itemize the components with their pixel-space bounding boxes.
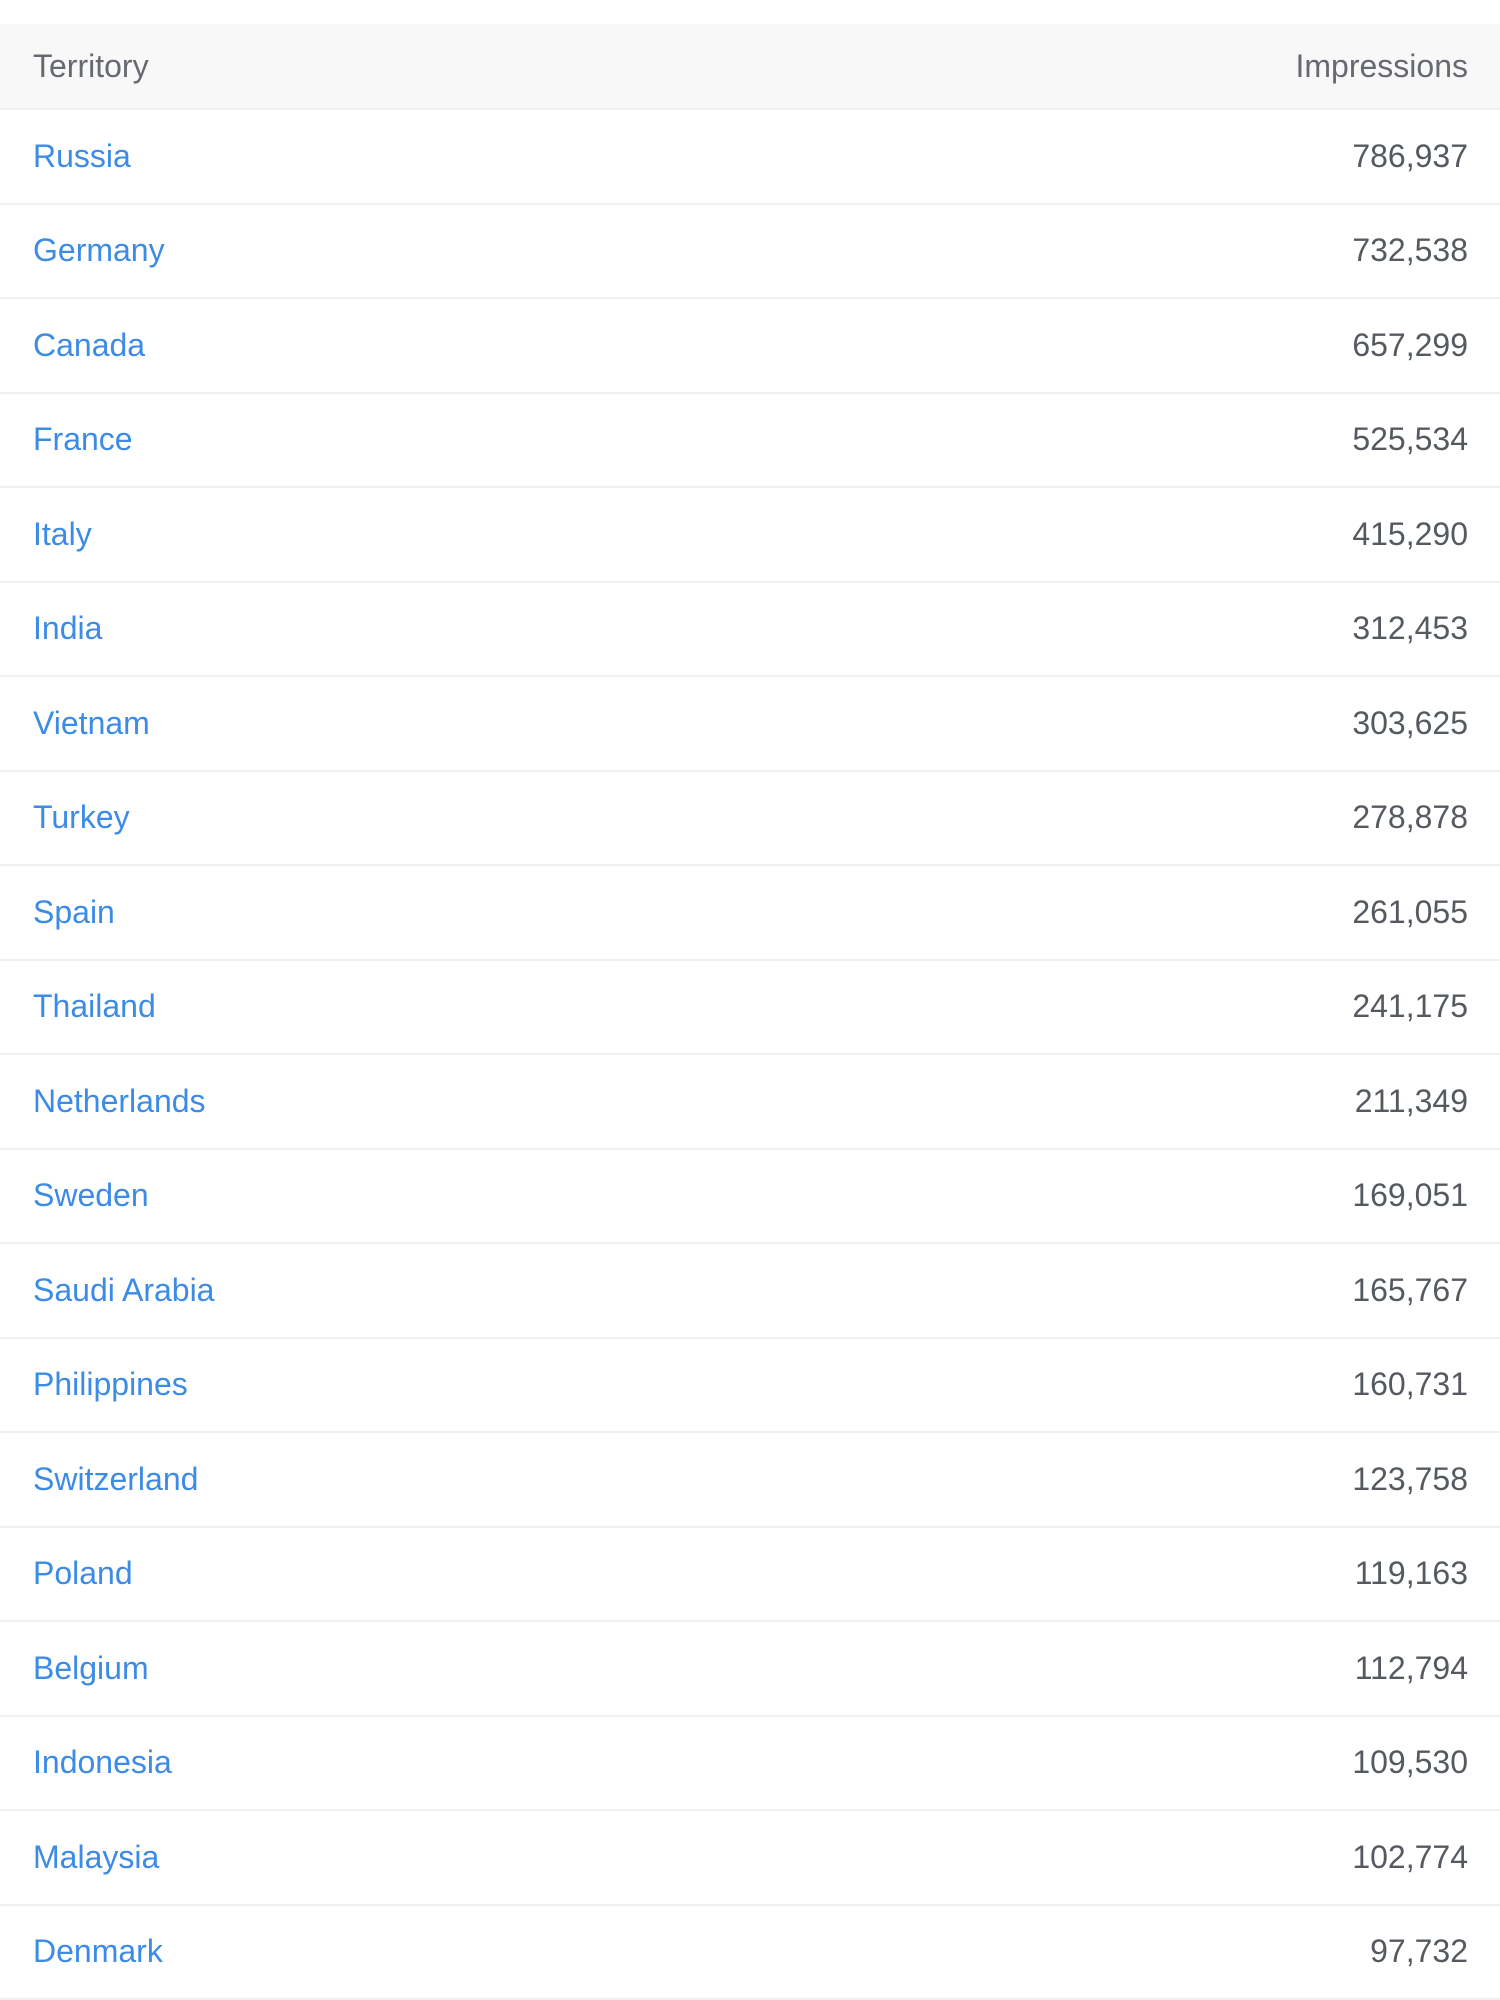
table-row: Spain 261,055 (0, 866, 1500, 961)
territory-link[interactable]: Thailand (33, 988, 156, 1025)
impressions-value: 123,758 (1352, 1461, 1468, 1498)
territory-link[interactable]: Sweden (33, 1177, 149, 1214)
territory-link[interactable]: Philippines (33, 1366, 188, 1403)
impressions-value: 261,055 (1352, 894, 1468, 931)
table-row: Philippines 160,731 (0, 1339, 1500, 1434)
territory-link[interactable]: Poland (33, 1555, 133, 1592)
impressions-value: 165,767 (1352, 1272, 1468, 1309)
column-header-territory[interactable]: Territory (33, 48, 149, 85)
impressions-value: 112,794 (1355, 1650, 1468, 1687)
table-row: Russia 786,937 (0, 110, 1500, 205)
territory-link[interactable]: Russia (33, 138, 131, 175)
territory-link[interactable]: Belgium (33, 1650, 149, 1687)
table-row: Belgium 112,794 (0, 1622, 1500, 1717)
territory-link[interactable]: Germany (33, 232, 165, 269)
impressions-value: 303,625 (1352, 705, 1468, 742)
table-row: Malaysia 102,774 (0, 1811, 1500, 1906)
impressions-value: 415,290 (1352, 516, 1468, 553)
impressions-value: 119,163 (1355, 1555, 1468, 1592)
territory-link[interactable]: Spain (33, 894, 115, 931)
table-row: Sweden 169,051 (0, 1150, 1500, 1245)
table-row: Poland 119,163 (0, 1528, 1500, 1623)
territory-link[interactable]: Italy (33, 516, 92, 553)
impressions-value: 160,731 (1352, 1366, 1468, 1403)
territory-link[interactable]: Switzerland (33, 1461, 198, 1498)
territory-link[interactable]: France (33, 421, 133, 458)
impressions-value: 657,299 (1352, 327, 1468, 364)
table-row: Canada 657,299 (0, 299, 1500, 394)
impressions-value: 211,349 (1355, 1083, 1468, 1120)
territory-link[interactable]: Denmark (33, 1933, 163, 1970)
impressions-value: 312,453 (1352, 610, 1468, 647)
column-header-impressions[interactable]: Impressions (1296, 48, 1469, 85)
impressions-value: 732,538 (1352, 232, 1468, 269)
table-row: Thailand 241,175 (0, 961, 1500, 1056)
territory-link[interactable]: Canada (33, 327, 145, 364)
territory-link[interactable]: Netherlands (33, 1083, 206, 1120)
table-row: France 525,534 (0, 394, 1500, 489)
territory-link[interactable]: Saudi Arabia (33, 1272, 214, 1309)
impressions-value: 241,175 (1352, 988, 1468, 1025)
table-row: Turkey 278,878 (0, 772, 1500, 867)
territory-impressions-table: Territory Impressions Russia 786,937 Germa… (0, 24, 1500, 2000)
table-row: Vietnam 303,625 (0, 677, 1500, 772)
impressions-value: 525,534 (1352, 421, 1468, 458)
table-row: Saudi Arabia 165,767 (0, 1244, 1500, 1339)
territory-link[interactable]: Vietnam (33, 705, 150, 742)
territory-link[interactable]: Malaysia (33, 1839, 159, 1876)
impressions-value: 97,732 (1370, 1933, 1468, 1970)
impressions-value: 278,878 (1352, 799, 1468, 836)
impressions-value: 102,774 (1352, 1839, 1468, 1876)
territory-link[interactable]: Turkey (33, 799, 130, 836)
table-body: Russia 786,937 Germany 732,538 Canada 657,299… (0, 110, 1500, 2000)
table-row: Denmark 97,732 (0, 1906, 1500, 2000)
impressions-value: 786,937 (1352, 138, 1468, 175)
table-row: India 312,453 (0, 583, 1500, 678)
table-row: Netherlands 211,349 (0, 1055, 1500, 1150)
table-row: Switzerland 123,758 (0, 1433, 1500, 1528)
impressions-value: 109,530 (1352, 1744, 1468, 1781)
table-row: Italy 415,290 (0, 488, 1500, 583)
table-row: Germany 732,538 (0, 205, 1500, 300)
impressions-value: 169,051 (1352, 1177, 1468, 1214)
territory-link[interactable]: India (33, 610, 102, 647)
table-header: Territory Impressions (0, 24, 1500, 110)
territory-link[interactable]: Indonesia (33, 1744, 172, 1781)
table-row: Indonesia 109,530 (0, 1717, 1500, 1812)
